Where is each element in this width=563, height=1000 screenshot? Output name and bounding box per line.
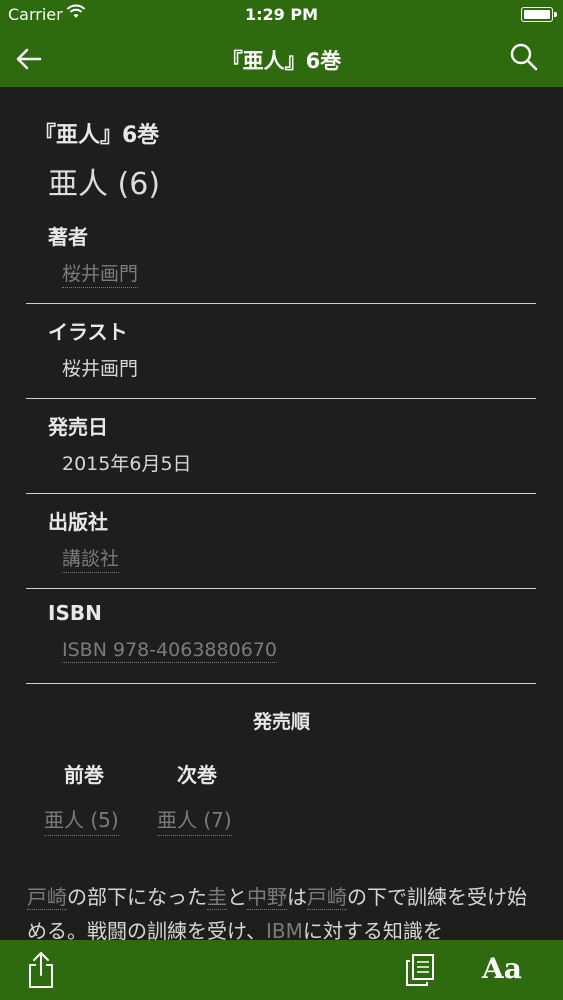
isbn-label: ISBN xyxy=(48,601,102,625)
share-icon[interactable] xyxy=(26,951,56,989)
illustration-label: イラスト xyxy=(48,320,128,344)
character-link-tosaki[interactable]: 戸崎 xyxy=(307,885,347,910)
page-subtitle: 亜人 (6) xyxy=(48,167,161,202)
previous-volume-link[interactable]: 亜人 (5) xyxy=(44,804,119,836)
page-title: 『亜人』6巻 xyxy=(34,123,160,148)
release-date-label: 発売日 xyxy=(48,415,108,439)
release-order-title: 発売順 xyxy=(252,711,310,733)
description-text: は xyxy=(287,885,307,909)
screen: Carrier 1:29 PM 『亜人』6巻 『亜人』6巻 亜人 (6) 著者 … xyxy=(0,0,563,1000)
author-label: 著者 xyxy=(48,225,88,249)
publisher-link[interactable]: 講談社 xyxy=(62,544,120,573)
clock: 1:29 PM xyxy=(244,5,318,24)
previous-volume-label: 前巻 xyxy=(64,763,104,787)
navigation-bar: 『亜人』6巻 xyxy=(0,30,563,87)
description-text: に対する知識を xyxy=(302,919,443,940)
next-volume-link[interactable]: 亜人 (7) xyxy=(157,804,232,836)
character-link-kei[interactable]: 圭 xyxy=(207,885,227,910)
article-content: 『亜人』6巻 亜人 (6) 著者 桜井画門 イラスト 桜井画門 発売日 2015… xyxy=(0,87,563,940)
publisher-label: 出版社 xyxy=(48,510,108,534)
battery-icon xyxy=(521,7,557,22)
divider xyxy=(26,588,536,589)
character-link-tosaki[interactable]: 戸崎 xyxy=(27,885,67,910)
nav-title: 『亜人』6巻 xyxy=(221,49,342,73)
character-link-nakano[interactable]: 中野 xyxy=(247,885,287,910)
term-link-ibm[interactable]: IBM xyxy=(266,919,303,940)
isbn-link[interactable]: ISBN 978-4063880670 xyxy=(62,639,277,663)
divider xyxy=(26,493,536,494)
bottom-toolbar: Aa xyxy=(0,940,563,1000)
divider xyxy=(26,303,536,304)
illustration-value: 桜井画門 xyxy=(62,358,139,380)
search-icon[interactable] xyxy=(509,42,539,72)
divider xyxy=(26,398,536,399)
divider xyxy=(26,683,536,684)
author-link[interactable]: 桜井画門 xyxy=(62,259,139,288)
font-size-icon[interactable]: Aa xyxy=(482,952,522,985)
description-text: の部下になった xyxy=(67,885,207,909)
description-paragraph: 戸崎の部下になった圭と中野は戸崎の下で訓練を受け始める。戦闘の訓練を受け、IBM… xyxy=(27,880,537,940)
next-volume-label: 次巻 xyxy=(177,763,217,787)
copy-icon[interactable] xyxy=(404,953,436,987)
description-text: と xyxy=(227,885,247,909)
release-date-value: 2015年6月5日 xyxy=(62,453,192,475)
status-bar: Carrier 1:29 PM xyxy=(0,0,563,30)
